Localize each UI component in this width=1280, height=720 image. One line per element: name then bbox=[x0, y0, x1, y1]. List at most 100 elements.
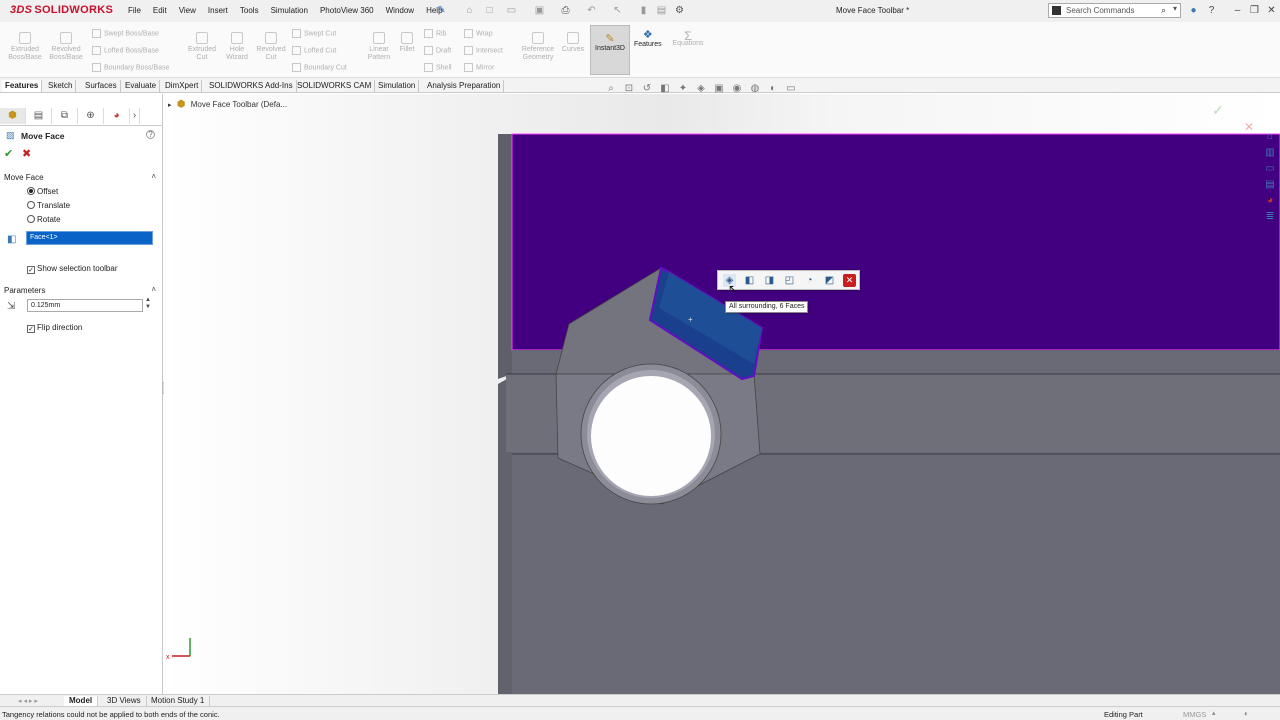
new-icon[interactable]: □ bbox=[484, 5, 495, 16]
search-icon[interactable]: ⌕ bbox=[1161, 5, 1166, 16]
resources-home-icon[interactable]: ⌂ bbox=[1264, 130, 1276, 143]
offset-distance-input[interactable]: 0.125mm bbox=[27, 299, 143, 312]
menu-simulation[interactable]: Simulation bbox=[265, 6, 314, 15]
menu-insert[interactable]: Insert bbox=[202, 6, 234, 15]
solidworks-logo[interactable]: 3DS SOLIDWORKS bbox=[10, 4, 113, 16]
confirm-corner-cancel-icon[interactable]: ✕ bbox=[1244, 120, 1254, 134]
tab-simulation[interactable]: Simulation bbox=[375, 80, 420, 92]
ok-check-icon[interactable]: ✔ bbox=[4, 147, 13, 160]
custom-properties-icon[interactable]: ≣ bbox=[1264, 210, 1276, 223]
reference-geometry-button[interactable]: Reference Geometry bbox=[518, 32, 558, 62]
menu-photoview[interactable]: PhotoView 360 bbox=[314, 6, 380, 15]
tab-cam[interactable]: SOLIDWORKS CAM bbox=[294, 80, 376, 92]
equations-button[interactable]: Σ Equations bbox=[670, 30, 706, 48]
tab-3d-views[interactable]: 3D Views bbox=[102, 696, 147, 706]
face-selection-list[interactable]: Face<1> bbox=[26, 231, 153, 245]
property-manager-icon[interactable]: ▤ bbox=[26, 108, 52, 124]
chevron-up-icon[interactable]: ▴ bbox=[1212, 709, 1216, 717]
close-icon[interactable]: ✕ bbox=[1266, 5, 1277, 16]
graphics-area[interactable]: ▸ ⬢ Move Face Toolbar (Defa... + x ⌂ ▥ ▭… bbox=[164, 94, 1280, 694]
tab-model[interactable]: Model bbox=[64, 696, 99, 706]
file-explorer-icon[interactable]: ▭ bbox=[1264, 162, 1276, 175]
user-icon[interactable]: ● bbox=[1188, 5, 1199, 16]
boundary-boss-button[interactable]: Boundary Boss/Base bbox=[92, 63, 169, 72]
revolved-boss-button[interactable]: Revolved Boss/Base bbox=[47, 32, 85, 62]
tab-features[interactable]: Features bbox=[2, 80, 43, 92]
chevron-up-icon[interactable]: ˄ bbox=[151, 285, 156, 294]
configuration-manager-icon[interactable]: ⧉ bbox=[52, 108, 78, 124]
options-gear-icon[interactable]: ⚙ bbox=[674, 5, 685, 16]
confirm-corner-check-icon[interactable]: ✓ bbox=[1212, 102, 1224, 119]
dimxpert-manager-icon[interactable]: ⊕ bbox=[78, 108, 104, 124]
home-icon[interactable]: ⌂ bbox=[464, 5, 475, 16]
curves-button[interactable]: Curves bbox=[560, 32, 586, 54]
tab-dimxpert[interactable]: DimXpert bbox=[162, 80, 203, 92]
menu-window[interactable]: Window bbox=[380, 6, 420, 15]
fillet-button[interactable]: Fillet bbox=[396, 32, 418, 54]
lofted-cut-button[interactable]: Lofted Cut bbox=[292, 46, 336, 55]
menu-file[interactable]: File bbox=[122, 6, 147, 15]
feature-manager-icon[interactable]: ⬢ bbox=[0, 108, 26, 124]
swept-cut-button[interactable]: Swept Cut bbox=[292, 29, 336, 38]
help-icon[interactable]: ? bbox=[1206, 5, 1217, 16]
parameters-section-header[interactable]: Parameters bbox=[4, 286, 45, 295]
spin-stepper-icon[interactable]: ▲ ▼ bbox=[145, 297, 151, 311]
hole-wizard-button[interactable]: Hole Wizard bbox=[220, 32, 254, 62]
select-chain-icon[interactable]: ◩ bbox=[823, 274, 836, 287]
lofted-boss-button[interactable]: Lofted Boss/Base bbox=[92, 46, 159, 55]
select-connected-icon[interactable]: ◰ bbox=[783, 274, 796, 287]
swept-boss-button[interactable]: Swept Boss/Base bbox=[92, 29, 159, 38]
menu-view[interactable]: View bbox=[173, 6, 202, 15]
chevron-up-icon[interactable]: ˄ bbox=[151, 172, 156, 181]
select-icon[interactable]: ↖ bbox=[612, 5, 623, 16]
appearances-icon[interactable]: ◕ bbox=[1264, 194, 1276, 207]
features-button[interactable]: ❖ Features bbox=[634, 28, 662, 48]
chevron-down-icon[interactable]: ▾ bbox=[1173, 4, 1177, 13]
mirror-button[interactable]: Mirror bbox=[464, 63, 494, 72]
tab-motion-study[interactable]: Motion Study 1 bbox=[146, 696, 211, 706]
restore-icon[interactable]: ❐ bbox=[1249, 5, 1260, 16]
boundary-cut-button[interactable]: Boundary Cut bbox=[292, 63, 347, 72]
intersect-button[interactable]: Intersect bbox=[464, 46, 503, 55]
search-mode-icon[interactable] bbox=[1052, 6, 1061, 15]
extruded-cut-button[interactable]: Extruded Cut bbox=[184, 32, 220, 62]
linear-pattern-button[interactable]: Linear Pattern bbox=[364, 32, 394, 62]
close-toolbar-icon[interactable]: ✕ bbox=[843, 274, 856, 287]
undo-icon[interactable]: ↶ bbox=[586, 5, 597, 16]
search-commands-field[interactable]: Search Commands ⌕ ▾ bbox=[1048, 3, 1181, 18]
select-tangent-icon[interactable]: ◔ bbox=[803, 274, 816, 287]
flip-direction-checkbox[interactable]: ✓ Flip direction bbox=[27, 323, 82, 333]
chevron-right-icon[interactable]: › bbox=[130, 108, 140, 124]
tab-evaluate[interactable]: Evaluate bbox=[122, 80, 161, 92]
tab-analysis-preparation[interactable]: Analysis Preparation bbox=[424, 80, 505, 92]
radio-translate[interactable]: Translate bbox=[27, 201, 70, 210]
instant3d-button[interactable]: ✎ Instant3D bbox=[590, 25, 630, 75]
tab-surfaces[interactable]: Surfaces bbox=[82, 80, 121, 92]
show-selection-toolbar-checkbox[interactable]: ✓ Show selection toolbar bbox=[27, 264, 118, 274]
help-icon[interactable]: ? bbox=[146, 130, 155, 139]
select-features-icon[interactable]: ◨ bbox=[763, 274, 776, 287]
display-manager-icon[interactable]: ◕ bbox=[104, 108, 130, 124]
radio-rotate[interactable]: Rotate bbox=[27, 215, 61, 224]
design-library-icon[interactable]: ▥ bbox=[1264, 146, 1276, 159]
pin-icon[interactable]: ✎ bbox=[436, 5, 447, 16]
file-properties-icon[interactable]: ▤ bbox=[656, 5, 667, 16]
status-bar-options-icon[interactable]: ◐ bbox=[1244, 709, 1249, 718]
select-loop-icon[interactable]: ◧ bbox=[743, 274, 756, 287]
cancel-x-icon[interactable]: ✖ bbox=[22, 147, 31, 160]
unit-system[interactable]: MMGS bbox=[1183, 710, 1206, 719]
shell-button[interactable]: Shell bbox=[424, 63, 452, 72]
save-icon[interactable]: ▣ bbox=[534, 5, 545, 16]
menu-tools[interactable]: Tools bbox=[234, 6, 265, 15]
print-icon[interactable]: ⎙ bbox=[560, 5, 571, 16]
tab-scroll-arrows-icon[interactable]: ◂ ◂ ▸ ▸ bbox=[18, 697, 38, 705]
wrap-button[interactable]: Wrap bbox=[464, 29, 493, 38]
minimize-icon[interactable]: – bbox=[1232, 5, 1243, 16]
tab-addins[interactable]: SOLIDWORKS Add-Ins bbox=[206, 80, 297, 92]
rib-button[interactable]: Rib bbox=[424, 29, 447, 38]
move-face-section-header[interactable]: Move Face bbox=[4, 173, 44, 182]
tab-sketch[interactable]: Sketch bbox=[45, 80, 77, 92]
draft-button[interactable]: Draft bbox=[424, 46, 451, 55]
radio-offset[interactable]: Offset bbox=[27, 187, 58, 196]
revolved-cut-button[interactable]: Revolved Cut bbox=[254, 32, 288, 62]
